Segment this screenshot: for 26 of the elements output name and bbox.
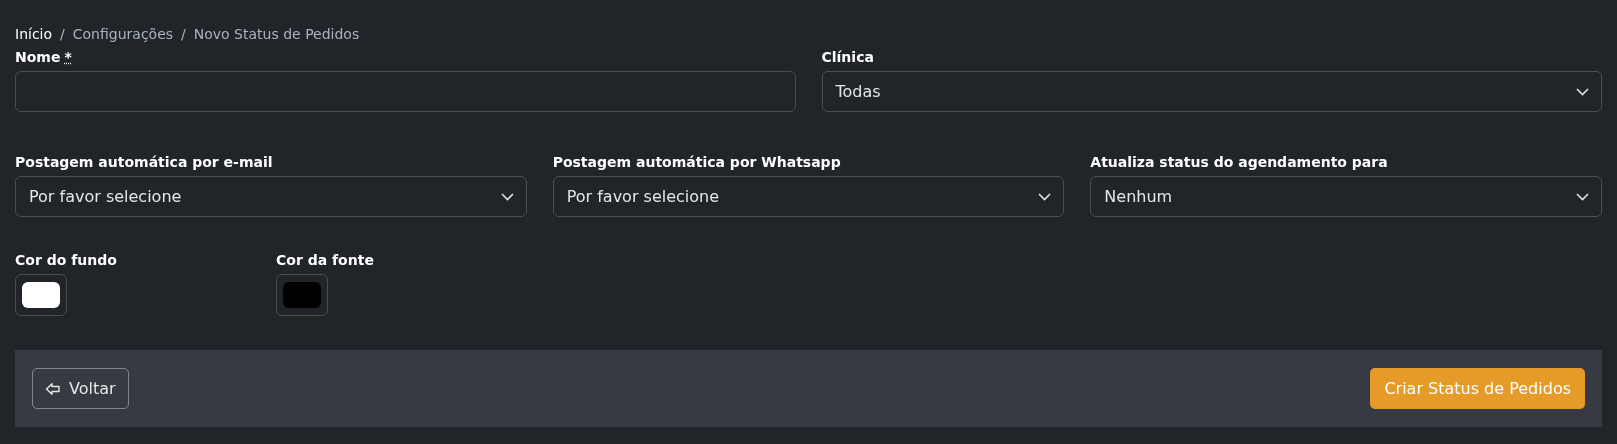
breadcrumb-item[interactable]: Início [15, 26, 53, 42]
breadcrumb-item: Novo Status de Pedidos [193, 26, 360, 42]
color-picker[interactable] [276, 274, 328, 316]
chevron-down-icon [1576, 87, 1589, 96]
back-button[interactable]: Voltar [32, 368, 129, 409]
breadcrumb-separator: / [181, 26, 186, 42]
select-field[interactable]: Todas [821, 71, 1602, 112]
required-mark: * [64, 49, 72, 65]
text-input[interactable] [15, 71, 796, 112]
field-label: Clínica [821, 49, 874, 65]
field-label: Cor da fonte [276, 252, 374, 268]
breadcrumb-separator: / [60, 26, 65, 42]
chevron-down-icon [1576, 192, 1589, 201]
field-label: Postagem automática por Whatsapp [552, 154, 841, 170]
chevron-down-icon [1038, 192, 1052, 201]
field-label: Nome [15, 49, 61, 65]
breadcrumb-item[interactable]: Configurações [72, 26, 174, 42]
field-label: Postagem automática por e-mail [15, 154, 273, 170]
select-field[interactable]: Por favor selecione [552, 176, 1065, 217]
chevron-down-icon [500, 192, 514, 201]
arrow-left-icon [45, 381, 61, 396]
field-label: Atualiza status do agendamento para [1090, 154, 1388, 170]
color-picker[interactable] [15, 274, 67, 316]
field-label: Cor do fundo [15, 252, 117, 268]
select-field[interactable]: Por favor selecione [15, 176, 527, 217]
select-field[interactable]: Nenhum [1090, 176, 1602, 217]
